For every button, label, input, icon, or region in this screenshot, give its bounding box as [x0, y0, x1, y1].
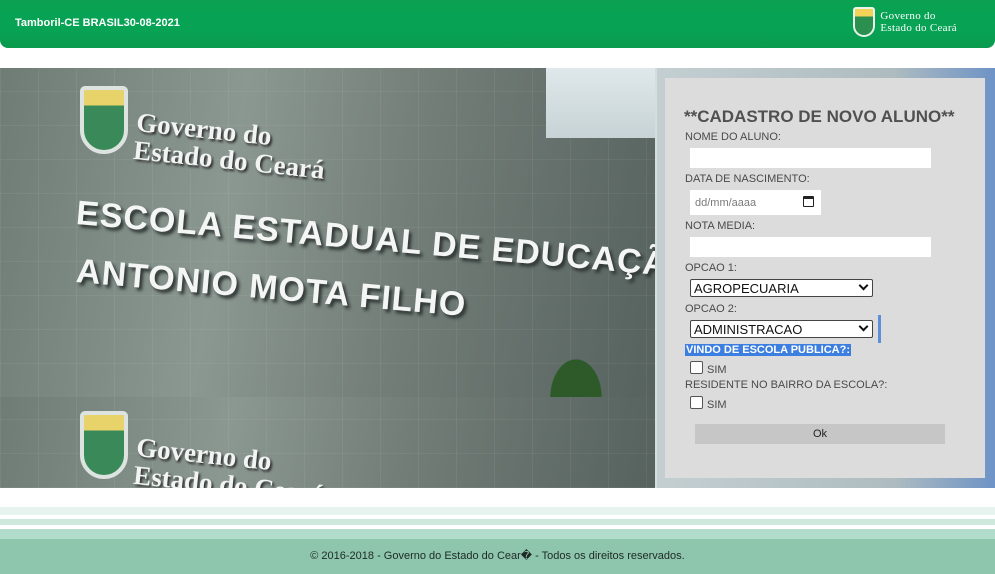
photo-sky — [546, 68, 656, 138]
resident-checkbox[interactable] — [690, 396, 703, 409]
option1-select[interactable]: AGROPECUARIA — [690, 279, 873, 297]
form-title: **CADASTRO DE NOVO ALUNO** — [684, 107, 955, 126]
top-header: Tamboril-CE BRASIL30-08-2021 Governo do … — [0, 0, 995, 48]
chevron-down-icon — [858, 280, 869, 291]
gov-logo-line1: Governo do — [880, 10, 936, 22]
school-facade-photo: Governo do Estado do Ceará ESCOLA ESTADU… — [0, 68, 656, 398]
calendar-icon[interactable] — [803, 196, 814, 207]
footer-copyright: © 2016-2018 - Governo do Estado do Cear�… — [310, 550, 685, 562]
student-name-input[interactable] — [690, 148, 931, 168]
ok-button[interactable]: Ok — [695, 424, 945, 444]
birth-date-label: DATA DE NASCIMENTO: — [685, 173, 810, 185]
divider — [655, 68, 657, 488]
state-seal-icon — [853, 7, 876, 37]
grade-input[interactable] — [690, 237, 931, 257]
student-name-label: NOME DO ALUNO: — [685, 131, 781, 143]
carved-gov-text-repeat: Governo do Estado do Ceará — [132, 432, 329, 488]
gov-logo[interactable]: Governo do Estado do Ceará — [853, 7, 957, 37]
resident-label: RESIDENTE NO BAIRRO DA ESCOLA?: — [685, 379, 888, 391]
public-school-checkbox[interactable] — [690, 361, 703, 374]
birth-date-placeholder: dd/mm/aaaa — [695, 197, 757, 209]
focus-indicator — [878, 315, 881, 343]
new-student-form: **CADASTRO DE NOVO ALUNO** NOME DO ALUNO… — [665, 78, 985, 478]
hero-banner: Governo do Estado do Ceará ESCOLA ESTADU… — [0, 68, 995, 488]
footer-band — [0, 507, 995, 574]
public-school-label: VINDO DE ESCOLA PUBLICA?: — [685, 344, 851, 356]
public-school-option: SIM — [707, 364, 727, 376]
resident-option: SIM — [707, 399, 727, 411]
birth-date-input[interactable]: dd/mm/aaaa — [690, 190, 821, 215]
state-seal-icon — [80, 411, 128, 479]
option2-label: OPCAO 2: — [685, 303, 737, 315]
location-date: Tamboril-CE BRASIL30-08-2021 — [15, 17, 180, 29]
carved-gov-text: Governo do Estado do Ceará — [132, 107, 329, 185]
gov-logo-text: Governo do Estado do Ceará — [880, 10, 957, 34]
option2-select[interactable]: ADMINISTRACAO — [690, 320, 873, 338]
option1-value: AGROPECUARIA — [694, 281, 799, 296]
school-facade-photo-repeat: Governo do Estado do Ceará — [0, 397, 656, 488]
school-name-line2: ANTONIO MOTA FILHO — [74, 252, 468, 324]
option2-value: ADMINISTRACAO — [694, 322, 803, 337]
gov-logo-line2: Estado do Ceará — [880, 22, 957, 34]
chevron-down-icon — [858, 321, 869, 332]
grade-label: NOTA MEDIA: — [685, 220, 756, 232]
photo-plant — [536, 338, 616, 398]
state-seal-icon — [80, 86, 128, 154]
option1-label: OPCAO 1: — [685, 262, 737, 274]
